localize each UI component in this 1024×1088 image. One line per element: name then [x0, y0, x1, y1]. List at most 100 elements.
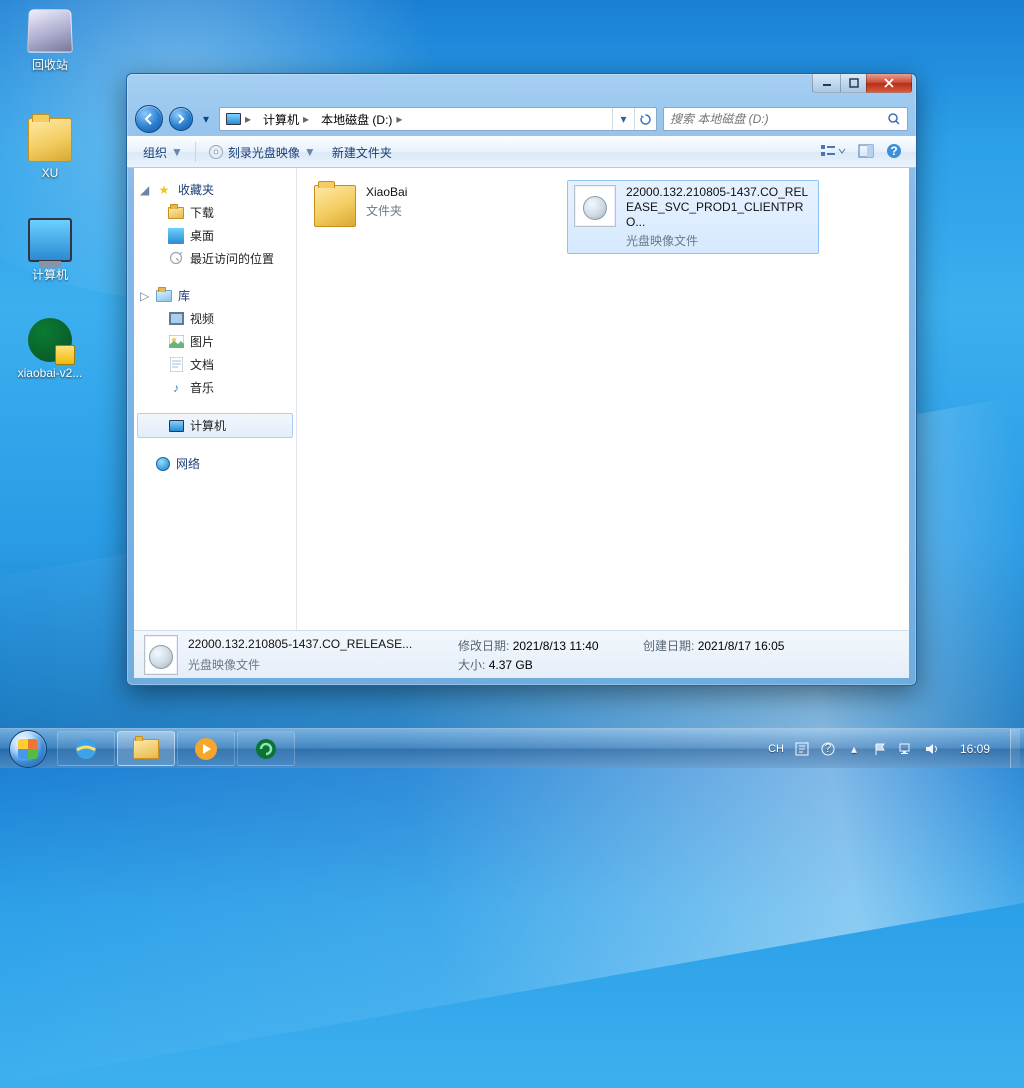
- toolbar-newfolder[interactable]: 新建文件夹: [324, 137, 400, 167]
- desktop-icon-recycle-bin[interactable]: 回收站: [12, 8, 88, 73]
- computer-icon: [169, 420, 184, 432]
- details-type: 光盘映像文件: [188, 656, 458, 673]
- toolbar-help-button[interactable]: ?: [880, 143, 908, 162]
- window-body: ◢★收藏夹 下载 桌面 最近访问的位置 ▷库 视频 图片 文档 ♪音乐 计算机 …: [134, 168, 909, 630]
- nav-favorites-header[interactable]: ◢★收藏夹: [134, 178, 296, 201]
- file-list[interactable]: XiaoBai 文件夹 22000.132.210805-1437.CO_REL…: [297, 168, 909, 630]
- svg-text:?: ?: [825, 742, 832, 755]
- toolbar-preview-button[interactable]: [852, 143, 880, 162]
- ime-options-icon[interactable]: [794, 741, 810, 757]
- ime-indicator[interactable]: CH: [768, 743, 784, 755]
- computer-icon: [28, 218, 72, 262]
- desktop-icon-xiaobai[interactable]: xiaobai-v2...: [12, 318, 88, 380]
- file-name: 22000.132.210805-1437.CO_RELEASE_SVC_PRO…: [626, 185, 812, 230]
- folder-icon: [168, 207, 184, 219]
- minimize-icon: [822, 78, 832, 88]
- toolbar: 组织 ▼ 刻录光盘映像 ▼ 新建文件夹 ?: [127, 136, 916, 168]
- desktop-icon-label: 回收站: [12, 56, 88, 73]
- nav-documents[interactable]: 文档: [134, 353, 296, 376]
- nav-downloads[interactable]: 下载: [134, 201, 296, 224]
- nav-libraries-header[interactable]: ▷库: [134, 284, 296, 307]
- app-icon: [28, 318, 72, 362]
- taskbar-app[interactable]: [237, 731, 295, 766]
- nav-back-button[interactable]: [135, 105, 163, 133]
- minimize-button[interactable]: [812, 74, 841, 93]
- desktop-icon-folder-xu[interactable]: XU: [12, 118, 88, 180]
- nav-network-header[interactable]: ▷网络: [134, 452, 296, 475]
- details-pane: 22000.132.210805-1437.CO_RELEASE... 修改日期…: [134, 630, 909, 678]
- nav-pictures[interactable]: 图片: [134, 330, 296, 353]
- explorer-window: ▾ ▸ 计算机▸ 本地磁盘 (D:)▸ ▾ 组织 ▼ 刻录光盘映像 ▼ 新建文件…: [126, 73, 917, 686]
- start-button[interactable]: [0, 729, 56, 768]
- search-icon: [887, 112, 901, 126]
- nav-history-dropdown[interactable]: ▾: [199, 109, 213, 129]
- folder-icon: [28, 118, 72, 162]
- nav-desktop[interactable]: 桌面: [134, 224, 296, 247]
- taskbar-media-player[interactable]: [177, 731, 235, 766]
- nav-videos[interactable]: 视频: [134, 307, 296, 330]
- file-item-iso[interactable]: 22000.132.210805-1437.CO_RELEASE_SVC_PRO…: [567, 180, 819, 254]
- disc-image-icon: [144, 635, 178, 675]
- file-name: XiaoBai: [366, 185, 552, 200]
- ime-help-icon[interactable]: ?: [820, 741, 836, 757]
- refresh-button[interactable]: [634, 108, 656, 130]
- drive-icon: [226, 113, 241, 125]
- file-type: 光盘映像文件: [626, 232, 812, 249]
- ie-icon: [73, 736, 99, 762]
- toolbar-organize[interactable]: 组织 ▼: [135, 137, 191, 167]
- desktop-icon-label: xiaobai-v2...: [12, 366, 88, 380]
- taskbar-clock[interactable]: 16:09: [950, 742, 1000, 756]
- disc-image-icon: [574, 185, 616, 227]
- taskbar-ie[interactable]: [57, 731, 115, 766]
- nav-recent[interactable]: 最近访问的位置: [134, 247, 296, 270]
- search-box[interactable]: [663, 107, 908, 131]
- desktop-icon-label: 计算机: [12, 266, 88, 283]
- breadcrumb-drive[interactable]: 本地磁盘 (D:): [321, 111, 392, 128]
- address-dropdown[interactable]: ▾: [612, 108, 634, 130]
- recent-icon: [168, 251, 184, 267]
- desktop-icon-label: XU: [12, 166, 88, 180]
- details-size: 4.37 GB: [489, 658, 533, 672]
- network-tray-icon[interactable]: [898, 741, 914, 757]
- toolbar-view-button[interactable]: [814, 143, 852, 162]
- taskbar-explorer[interactable]: [117, 731, 175, 766]
- music-icon: ♪: [168, 380, 184, 396]
- file-item-folder[interactable]: XiaoBai 文件夹: [307, 180, 559, 232]
- star-icon: ★: [156, 182, 172, 198]
- nav-pane[interactable]: ◢★收藏夹 下载 桌面 最近访问的位置 ▷库 视频 图片 文档 ♪音乐 计算机 …: [134, 168, 297, 630]
- tray-expand-icon[interactable]: ▴: [846, 741, 862, 757]
- desktop-icon: [168, 228, 184, 244]
- svg-text:?: ?: [890, 144, 897, 158]
- breadcrumb-root[interactable]: 计算机: [263, 111, 299, 128]
- toolbar-newfolder-label: 新建文件夹: [332, 144, 392, 161]
- folder-icon: [133, 739, 159, 759]
- nav-music[interactable]: ♪音乐: [134, 376, 296, 399]
- search-input[interactable]: [670, 112, 887, 126]
- maximize-button[interactable]: [840, 74, 867, 93]
- libraries-icon: [156, 290, 172, 302]
- toolbar-organize-label: 组织: [143, 144, 167, 161]
- nav-computer[interactable]: 计算机: [137, 413, 293, 438]
- document-icon: [168, 357, 184, 373]
- desktop-icon-computer[interactable]: 计算机: [12, 218, 88, 283]
- toolbar-burn-label: 刻录光盘映像: [228, 144, 300, 161]
- volume-icon[interactable]: [924, 741, 940, 757]
- show-desktop-button[interactable]: [1010, 729, 1020, 768]
- file-type: 文件夹: [366, 202, 552, 219]
- arrow-right-icon: [176, 114, 186, 124]
- titlebar[interactable]: [127, 74, 916, 102]
- arrow-left-icon: [143, 113, 155, 125]
- close-icon: [883, 78, 895, 88]
- nav-forward-button[interactable]: [169, 107, 193, 131]
- view-icon: [820, 143, 846, 159]
- close-button[interactable]: [866, 74, 912, 93]
- toolbar-burn[interactable]: 刻录光盘映像 ▼: [200, 137, 324, 167]
- disc-icon: [208, 144, 224, 160]
- taskbar[interactable]: CH ? ▴ 16:09: [0, 728, 1024, 768]
- address-bar[interactable]: ▸ 计算机▸ 本地磁盘 (D:)▸ ▾: [219, 107, 657, 131]
- picture-icon: [168, 334, 184, 350]
- action-flag-icon[interactable]: [872, 741, 888, 757]
- refresh-icon: [639, 113, 652, 126]
- network-icon: [156, 457, 170, 471]
- video-icon: [168, 311, 184, 327]
